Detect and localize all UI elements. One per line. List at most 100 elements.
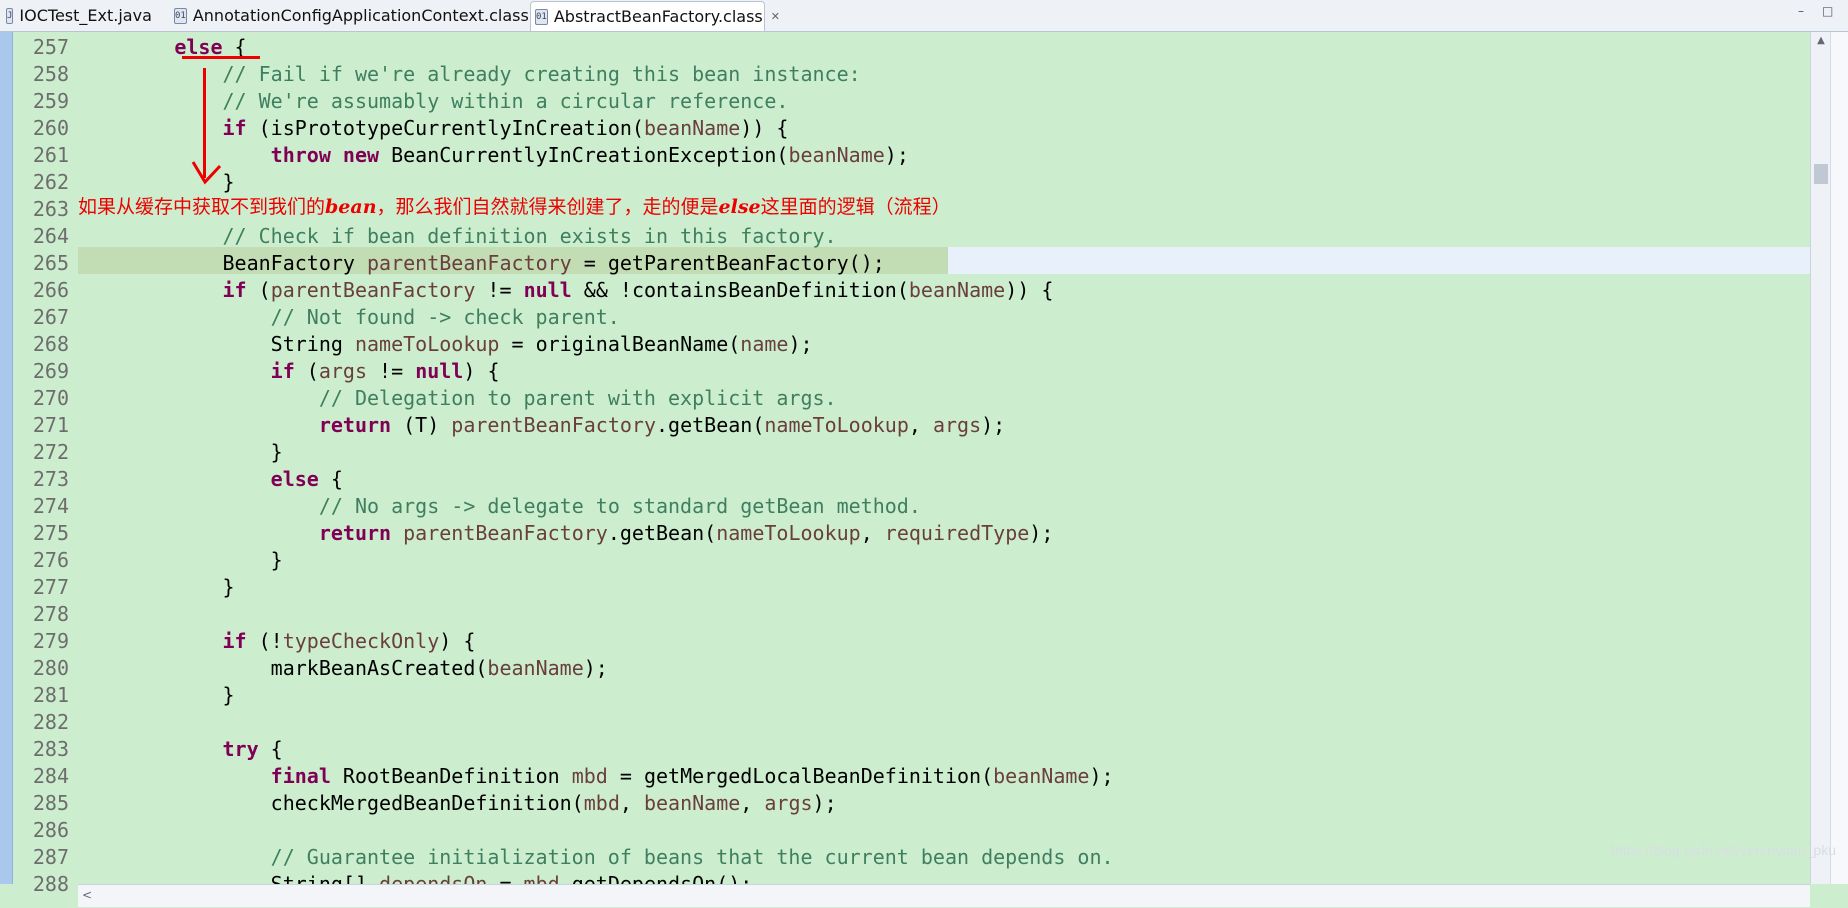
minimize-button[interactable]: – [1798, 4, 1804, 18]
maximize-button[interactable]: □ [1822, 4, 1833, 18]
code-token: beanName [643, 791, 741, 815]
code-token: )) { [1005, 278, 1054, 302]
code-line[interactable]: else { [78, 466, 1810, 493]
line-number: 263 [32, 197, 69, 221]
code-line[interactable] [78, 601, 1810, 628]
line-number: 272 [32, 440, 69, 464]
code-line[interactable]: } [78, 439, 1810, 466]
code-token: args [318, 359, 368, 383]
code-token: // No args -> delegate to standard getBe… [318, 494, 921, 518]
code-token: beanName [487, 656, 584, 680]
left-ruler [0, 32, 13, 884]
vertical-scrollbar[interactable]: ▲ [1810, 32, 1831, 884]
code-token: ) { [439, 629, 476, 653]
code-token: args [764, 791, 813, 815]
scroll-thumb[interactable] [1814, 164, 1828, 184]
tab-ioctest-ext[interactable]: J IOCTest_Ext.java [2, 1, 152, 30]
tab-label: AbstractBeanFactory.class [553, 7, 763, 26]
code-line[interactable]: if (!typeCheckOnly) { [78, 628, 1810, 655]
code-line[interactable] [78, 709, 1810, 736]
code-token: } [222, 575, 235, 599]
code-token: RootBeanDefinition [330, 764, 572, 788]
code-line[interactable]: } [78, 682, 1810, 709]
code-line[interactable]: } [78, 547, 1810, 574]
code-token: if [222, 278, 247, 302]
scroll-up-icon[interactable]: ▲ [1814, 34, 1828, 48]
code-area[interactable]: 如果从缓存中获取不到我们的bean，那么我们自然就得来创建了，走的便是else这… [78, 32, 1810, 896]
code-line[interactable]: // Fail if we're already creating this b… [78, 61, 1810, 88]
line-number: 274 [32, 494, 69, 518]
code-token: if [270, 359, 295, 383]
class-file-icon: 01 [174, 7, 187, 24]
code-line[interactable]: BeanFactory parentBeanFactory = getParen… [78, 250, 1810, 277]
code-token: , [908, 413, 933, 437]
code-line[interactable]: // Not found -> check parent. [78, 304, 1810, 331]
code-token: // Fail if we're already creating this b… [222, 62, 861, 86]
code-token: nameToLookup [354, 332, 500, 356]
code-token: ); [1029, 521, 1054, 545]
code-editor[interactable]: 257 258 259 260 261 262 263 264 265 266 267 268 269 2… [0, 32, 1848, 908]
code-token: ); [583, 656, 608, 680]
line-number: 267 [32, 305, 69, 329]
tab-abstract-bean-factory[interactable]: 01 AbstractBeanFactory.class ✕ [530, 1, 780, 31]
code-token: , [860, 521, 885, 545]
code-token: = getMergedLocalBeanDefinition( [607, 764, 994, 788]
code-token: name [740, 332, 789, 356]
code-token: parentBeanFactory [270, 278, 476, 302]
code-token: .getBean( [607, 521, 717, 545]
code-line[interactable]: return parentBeanFactory.getBean(nameToL… [78, 520, 1810, 547]
code-token: { [318, 467, 343, 491]
code-line[interactable]: if (isPrototypeCurrentlyInCreation(beanN… [78, 115, 1810, 142]
code-token: markBeanAsCreated( [270, 656, 488, 680]
line-number: 262 [32, 170, 69, 194]
code-line[interactable]: throw new BeanCurrentlyInCreationExcepti… [78, 142, 1810, 169]
watermark: https://blog.csdn.net/yerenyuan_pku [1611, 842, 1836, 858]
code-line[interactable]: if (parentBeanFactory != null && !contai… [78, 277, 1810, 304]
code-line[interactable]: // Check if bean definition exists in th… [78, 223, 1810, 250]
line-number: 259 [32, 89, 69, 113]
code-line[interactable] [78, 817, 1810, 844]
code-token: return [318, 413, 392, 437]
code-token: // Not found -> check parent. [270, 305, 620, 329]
line-number: 260 [32, 116, 69, 140]
code-token: ); [788, 332, 813, 356]
code-token: args [932, 413, 982, 437]
code-line[interactable]: } [78, 574, 1810, 601]
code-line[interactable]: } [78, 169, 1810, 196]
code-token: (T) [391, 413, 452, 437]
code-token: ); [812, 791, 837, 815]
code-line[interactable] [78, 196, 1810, 223]
code-line[interactable]: checkMergedBeanDefinition(mbd, beanName,… [78, 790, 1810, 817]
code-token: (isPrototypeCurrentlyInCreation( [246, 116, 644, 140]
code-token: nameToLookup [716, 521, 861, 545]
code-line[interactable]: final RootBeanDefinition mbd = getMerged… [78, 763, 1810, 790]
code-token: beanName [643, 116, 741, 140]
code-line[interactable]: try { [78, 736, 1810, 763]
code-line[interactable]: // Delegation to parent with explicit ar… [78, 385, 1810, 412]
line-number: 276 [32, 548, 69, 572]
code-token: // Guarantee initialization of beans tha… [270, 845, 1114, 869]
code-line[interactable]: // We're assumably within a circular ref… [78, 88, 1810, 115]
code-line[interactable]: return (T) parentBeanFactory.getBean(nam… [78, 412, 1810, 439]
code-line[interactable]: markBeanAsCreated(beanName); [78, 655, 1810, 682]
code-token: nameToLookup [764, 413, 909, 437]
code-line[interactable]: String nameToLookup = originalBeanName(n… [78, 331, 1810, 358]
code-line[interactable]: else { [78, 34, 1810, 61]
line-number: 258 [32, 62, 69, 86]
code-token: try [222, 737, 259, 761]
scroll-left-icon[interactable]: < [82, 888, 92, 902]
line-number-gutter: 257 258 259 260 261 262 263 264 265 266 267 268 269 2… [13, 32, 77, 896]
code-line[interactable]: if (args != null) { [78, 358, 1810, 385]
code-token: return [318, 521, 392, 545]
code-token: final [270, 764, 331, 788]
code-token: ) { [463, 359, 500, 383]
code-token: , [619, 791, 644, 815]
code-token: && !containsBeanDefinition( [571, 278, 909, 302]
close-icon[interactable]: ✕ [771, 10, 780, 23]
tab-annotation-config-application-context[interactable]: 01 AnnotationConfigApplicationContext.cl… [170, 1, 529, 30]
code-line[interactable]: // No args -> delegate to standard getBe… [78, 493, 1810, 520]
code-token: mbd [571, 764, 608, 788]
code-line[interactable]: // Guarantee initialization of beans tha… [78, 844, 1810, 871]
horizontal-scrollbar[interactable]: < [78, 884, 1810, 907]
code-token: .getBean( [656, 413, 765, 437]
